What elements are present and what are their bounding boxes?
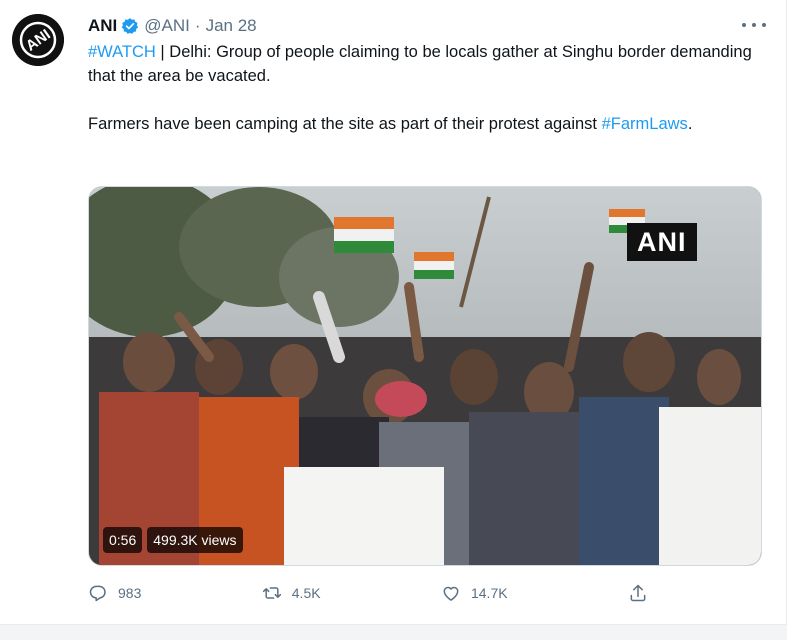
reply-count: 983 bbox=[118, 585, 142, 601]
separator-dot: · bbox=[194, 16, 201, 35]
share-button[interactable] bbox=[628, 583, 648, 603]
hashtag-watch[interactable]: #WATCH bbox=[88, 43, 156, 61]
like-count: 14.7K bbox=[470, 585, 508, 601]
ani-watermark: ANI bbox=[627, 223, 697, 261]
retweet-button[interactable]: 4.5K bbox=[262, 583, 321, 603]
timeline-bottom-strip bbox=[0, 624, 787, 640]
video-stats-badge: 0:56 499.3K views bbox=[103, 527, 243, 553]
heart-icon bbox=[441, 583, 461, 603]
avatar[interactable]: ANI bbox=[12, 14, 64, 66]
tweet-text-part: Farmers have been camping at the site as… bbox=[88, 115, 602, 133]
tweet-text-end: . bbox=[687, 115, 693, 133]
hashtag-farmlaws[interactable]: #FarmLaws bbox=[602, 115, 688, 133]
tweet-actions: 983 4.5K 14.7K bbox=[88, 580, 648, 606]
author-handle[interactable]: @ANI bbox=[144, 16, 190, 36]
more-options-icon[interactable] bbox=[742, 18, 766, 32]
reply-button[interactable]: 983 bbox=[88, 583, 141, 603]
video-views: 499.3K views bbox=[147, 527, 243, 553]
reply-icon bbox=[88, 583, 108, 603]
ani-logo-avatar: ANI bbox=[12, 14, 64, 66]
tweet-header: ANI @ANI · Jan 28 bbox=[88, 14, 257, 38]
tweet-card[interactable]: ANI ANI @ANI · Jan 28 #WATCH | Delhi: Gr… bbox=[0, 0, 786, 640]
column-divider bbox=[786, 0, 787, 640]
tweet-text-part: | Delhi: Group of people claiming to be … bbox=[88, 43, 752, 85]
tweet-date[interactable]: Jan 28 bbox=[206, 16, 257, 36]
retweet-count: 4.5K bbox=[291, 585, 321, 601]
share-icon bbox=[628, 583, 648, 603]
author-name[interactable]: ANI bbox=[88, 16, 117, 36]
verified-badge-icon bbox=[121, 17, 139, 35]
tweet-text: #WATCH | Delhi: Group of people claiming… bbox=[88, 40, 768, 136]
tweet-paragraph-1: #WATCH | Delhi: Group of people claiming… bbox=[88, 40, 768, 88]
like-button[interactable]: 14.7K bbox=[441, 583, 508, 603]
retweet-icon bbox=[262, 583, 282, 603]
video-player[interactable]: ANI 0:56 499.3K views bbox=[88, 186, 762, 566]
tweet-paragraph-2: Farmers have been camping at the site as… bbox=[88, 112, 768, 136]
video-duration: 0:56 bbox=[103, 527, 143, 553]
